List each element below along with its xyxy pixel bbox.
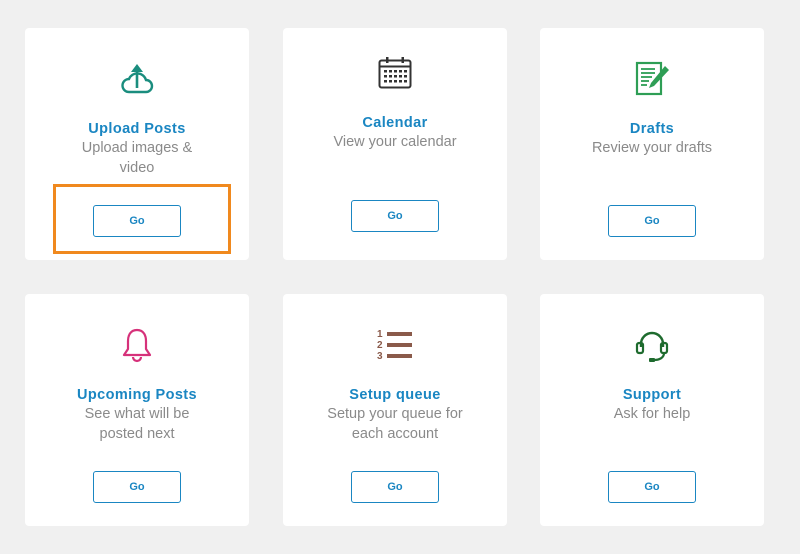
card-support: Support Ask for help Go (540, 294, 764, 526)
card-title: Calendar (362, 115, 428, 131)
card-title: Upload Posts (88, 121, 186, 137)
go-button[interactable]: Go (351, 200, 439, 232)
card-upload-posts: Upload Posts Upload images & video Go (25, 28, 249, 260)
go-button[interactable]: Go (93, 471, 181, 503)
card-description: See what will be posted next (84, 406, 190, 442)
headset-icon (540, 329, 764, 363)
card-drafts: Drafts Review your drafts Go (540, 28, 764, 260)
numbered-list-icon: 1 2 3 (283, 328, 507, 362)
calendar-icon (283, 57, 507, 89)
card-setup-queue: 1 2 3 Setup queue Setup your queue for e… (283, 294, 507, 526)
card-calendar: Calendar View your calendar Go (283, 28, 507, 260)
card-title: Drafts (629, 121, 675, 137)
go-button[interactable]: Go (351, 471, 439, 503)
card-upcoming-posts: Upcoming Posts See what will be posted n… (25, 294, 249, 526)
card-title: Upcoming Posts (77, 387, 197, 403)
svg-text:2: 2 (377, 340, 383, 351)
card-description: Upload images & video (81, 140, 193, 176)
card-title: Support (622, 387, 682, 403)
card-description: Setup your queue for each account (327, 406, 463, 442)
go-button[interactable]: Go (608, 471, 696, 503)
go-button[interactable]: Go (608, 205, 696, 237)
svg-text:1: 1 (377, 329, 383, 340)
card-title: Setup queue (349, 387, 441, 403)
card-description: View your calendar (333, 134, 457, 150)
svg-text:3: 3 (377, 351, 383, 362)
document-edit-icon (540, 61, 764, 97)
card-description: Ask for help (613, 406, 691, 422)
cloud-upload-icon (25, 62, 249, 98)
card-description: Review your drafts (591, 140, 713, 156)
go-button[interactable]: Go (93, 205, 181, 237)
bell-icon (25, 327, 249, 363)
